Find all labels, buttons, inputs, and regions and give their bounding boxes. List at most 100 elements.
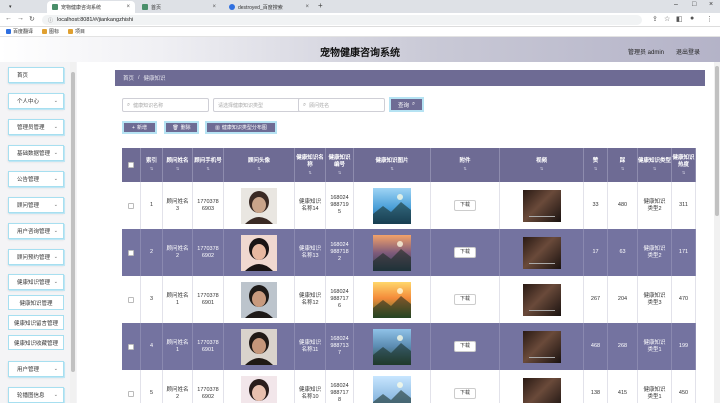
browser-tab[interactable]: 首页 × xyxy=(137,1,221,13)
column-header[interactable]: 顾问手机号 ⇅ xyxy=(193,148,224,182)
sidebar-item[interactable]: 用户管理 ⌄ xyxy=(8,361,64,377)
download-button[interactable]: 下载 xyxy=(454,294,476,305)
column-header[interactable]: 赞 ⇅ xyxy=(584,148,608,182)
profile-icon[interactable]: ● xyxy=(690,15,694,22)
column-header[interactable]: 健康知识编号 ⇅ xyxy=(326,148,354,182)
column-header[interactable]: 顾问头像 ⇅ xyxy=(224,148,295,182)
download-button[interactable]: 下载 xyxy=(454,388,476,399)
row-checkbox[interactable] xyxy=(128,390,134,397)
video-player[interactable] xyxy=(522,330,561,363)
column-header[interactable]: 视频 ⇅ xyxy=(500,148,584,182)
sort-icon[interactable]: ⇅ xyxy=(463,165,466,172)
sort-icon[interactable]: ⇅ xyxy=(257,165,260,172)
close-icon[interactable]: × xyxy=(126,4,130,10)
sidebar-item[interactable]: 顾问管理 ⌄ xyxy=(8,197,64,213)
knowledge-image[interactable] xyxy=(373,281,411,318)
advisor-avatar-image[interactable] xyxy=(241,375,277,403)
video-player[interactable] xyxy=(522,283,561,316)
bookmark-item[interactable]: 图标 xyxy=(42,28,59,35)
table-row[interactable]: 4 顾问姓名1 17703786901 健康知识名称11 1680249887137 下载… xyxy=(122,323,696,370)
advisor-avatar-image[interactable] xyxy=(241,328,277,365)
table-row[interactable]: 2 顾问姓名2 17703786902 健康知识名称13 1680249887182 下载… xyxy=(122,229,696,276)
row-checkbox[interactable] xyxy=(128,296,134,303)
sort-icon[interactable]: ⇅ xyxy=(206,165,209,172)
back-icon[interactable]: ← xyxy=(5,15,12,22)
column-header[interactable]: 索引 ⇅ xyxy=(141,148,163,182)
sidebar-item[interactable]: 基础数据管理 ⌄ xyxy=(8,145,64,161)
minimize-icon[interactable]: – xyxy=(674,1,678,8)
star-icon[interactable]: ☆ xyxy=(664,15,670,23)
download-button[interactable]: 下载 xyxy=(454,200,476,211)
select-all-checkbox[interactable] xyxy=(128,162,134,168)
knowledge-image[interactable] xyxy=(373,375,411,403)
column-header[interactable]: 健康知识热度 ⇅ xyxy=(672,148,696,182)
url-input[interactable]: ⓘ localhost:8081/#/jiankangzhishi xyxy=(42,15,642,25)
column-header[interactable]: 健康知识名称 ⇅ xyxy=(295,148,326,182)
sort-icon[interactable]: ⇅ xyxy=(176,165,179,172)
sidebar-item[interactable]: 个人中心 ⌄ xyxy=(8,93,64,109)
sidebar-subitem[interactable]: 健康知识管理 xyxy=(8,295,64,310)
browser-tab[interactable]: destroyed_百度搜索 × xyxy=(224,1,314,13)
sort-icon[interactable]: ⇅ xyxy=(540,165,543,172)
table-row[interactable]: 3 顾问姓名1 17703786901 健康知识名称12 1680249887176 下载… xyxy=(122,276,696,323)
query-button[interactable]: 查询 ⌕ xyxy=(389,97,424,112)
sidebar-item[interactable]: 用户咨询管理 ⌄ xyxy=(8,223,64,239)
sort-icon[interactable]: ⇅ xyxy=(653,165,656,172)
video-player[interactable] xyxy=(522,377,561,403)
tab-search-icon[interactable]: ▾ xyxy=(4,1,14,13)
page-scrollbar[interactable] xyxy=(714,62,720,403)
window-close-icon[interactable]: × xyxy=(709,1,713,8)
menu-icon[interactable]: ⋮ xyxy=(706,15,713,23)
advisor-avatar-image[interactable] xyxy=(241,187,277,224)
column-header[interactable]: 顾问姓名 ⇅ xyxy=(163,148,193,182)
breadcrumb-home[interactable]: 首页 xyxy=(123,74,134,82)
video-player[interactable] xyxy=(522,236,561,269)
knowledge-image[interactable] xyxy=(373,234,411,271)
new-tab-icon[interactable]: + xyxy=(318,1,323,10)
advisor-avatar-image[interactable] xyxy=(241,234,277,271)
close-icon[interactable]: × xyxy=(305,4,309,10)
bookmark-item[interactable]: 项目 xyxy=(68,28,85,35)
sort-icon[interactable]: ⇅ xyxy=(308,169,311,176)
sidebar-item[interactable]: 顾问预约管理 ⌄ xyxy=(8,249,64,265)
sort-icon[interactable]: ⇅ xyxy=(594,165,597,172)
download-button[interactable]: 下载 xyxy=(454,247,476,258)
sort-icon[interactable]: ⇅ xyxy=(621,165,624,172)
knowledge-image[interactable] xyxy=(373,328,411,365)
sidebar-item[interactable]: 首页 xyxy=(8,67,64,83)
sort-icon[interactable]: ⇅ xyxy=(390,165,393,172)
table-row[interactable]: 1 顾问姓名3 17703786903 健康知识名称14 1680249887195 下载… xyxy=(122,182,696,229)
bookmark-item[interactable]: 百度翻译 xyxy=(6,28,33,35)
sort-icon[interactable]: ⇅ xyxy=(682,169,685,176)
browser-tab-active[interactable]: 宠物健康咨询系统 × xyxy=(47,1,135,13)
share-icon[interactable]: ⇪ xyxy=(652,15,658,23)
column-header[interactable]: 健康知识图片 ⇅ xyxy=(354,148,431,182)
sidebar-subitem[interactable]: 健康知识收藏管理 xyxy=(8,335,64,350)
column-header[interactable] xyxy=(122,148,141,182)
knowledge-image[interactable] xyxy=(373,187,411,224)
sort-icon[interactable]: ⇅ xyxy=(150,165,153,172)
forward-icon[interactable]: → xyxy=(17,15,24,22)
download-button[interactable]: 下载 xyxy=(454,341,476,352)
row-checkbox[interactable] xyxy=(128,249,134,256)
knowledge-name-input[interactable]: ⌕ 健康知识名称 xyxy=(122,98,209,112)
sidebar-item[interactable]: 健康知识管理 ⌄ xyxy=(8,274,64,290)
advisor-name-input[interactable]: ⌕ 顾问姓名 xyxy=(298,98,385,112)
page-scrollbar-thumb[interactable] xyxy=(715,66,719,216)
maximize-icon[interactable]: □ xyxy=(692,1,696,8)
sidebar-item[interactable]: 轮播图信息 ⌄ xyxy=(8,387,64,403)
sidebar-item[interactable]: 公告管理 ⌄ xyxy=(8,171,64,187)
row-checkbox[interactable] xyxy=(128,202,134,209)
delete-button[interactable]: 🗑 删除 xyxy=(164,121,199,134)
row-checkbox[interactable] xyxy=(128,343,134,350)
sidebar-subitem[interactable]: 健康知识留言管理 xyxy=(8,315,64,330)
sidebar-scrollbar[interactable] xyxy=(70,62,76,403)
column-header[interactable]: 踩 ⇅ xyxy=(608,148,638,182)
table-row[interactable]: 5 顾问姓名2 17703786902 健康知识名称10 1680249887178 下载… xyxy=(122,370,696,403)
sort-icon[interactable]: ⇅ xyxy=(338,169,341,176)
extensions-icon[interactable]: ◧ xyxy=(676,15,683,23)
video-player[interactable] xyxy=(522,189,561,222)
column-header[interactable]: 附件 ⇅ xyxy=(431,148,500,182)
add-button[interactable]: + 新增 xyxy=(122,121,157,134)
sidebar-item[interactable]: 管理员管理 ⌄ xyxy=(8,119,64,135)
